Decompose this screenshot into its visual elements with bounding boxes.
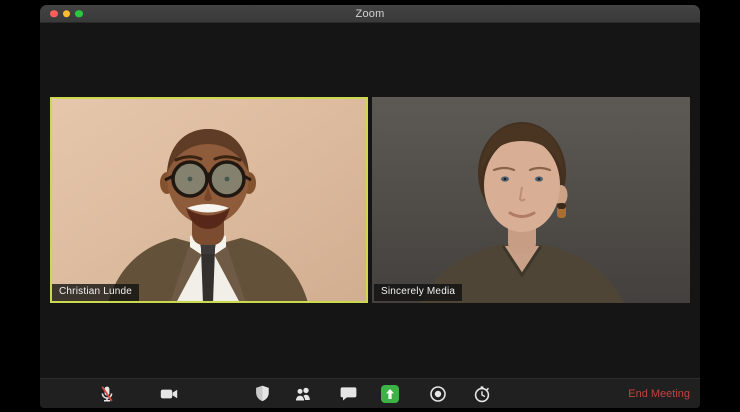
minimize-button[interactable] <box>62 9 70 18</box>
portrait-woman <box>372 97 690 303</box>
mute-button[interactable] <box>94 381 120 407</box>
stop-video-button[interactable] <box>156 381 182 407</box>
chat-icon <box>340 387 356 401</box>
zoom-window: Zoom Christian Lunde Sincerely Media End… <box>40 5 700 408</box>
window-title: Zoom <box>355 7 385 20</box>
microphone-muted-icon <box>101 385 113 402</box>
desktop-background: { "window": { "title": "Zoom" }, "tiles"… <box>0 0 740 412</box>
video-tile-christian-lunde[interactable]: Christian Lunde <box>50 97 368 303</box>
security-button[interactable] <box>249 381 275 407</box>
participants-button[interactable] <box>290 381 316 407</box>
fullscreen-button[interactable] <box>75 9 83 18</box>
video-grid: Christian Lunde Sincerely Media <box>50 97 690 303</box>
participants-icon <box>294 387 310 401</box>
chat-button[interactable] <box>335 381 361 407</box>
participant-name-label: Christian Lunde <box>52 284 140 301</box>
record-button[interactable] <box>425 381 451 407</box>
close-button[interactable] <box>50 9 58 18</box>
security-shield-icon <box>255 385 269 402</box>
timer-icon <box>474 385 490 402</box>
titlebar[interactable]: Zoom <box>40 5 700 23</box>
meeting-toolbar: End Meeting <box>40 378 700 408</box>
participant-name-label: Sincerely Media <box>374 284 463 301</box>
record-icon <box>430 385 446 402</box>
end-meeting-button[interactable]: End Meeting <box>628 388 690 400</box>
timer-button[interactable] <box>469 381 495 407</box>
video-tile-sincerely-media[interactable]: Sincerely Media <box>372 97 690 303</box>
traffic-lights <box>50 9 83 18</box>
share-screen-button[interactable] <box>377 381 403 407</box>
share-screen-icon <box>381 384 399 403</box>
video-camera-icon <box>160 389 178 398</box>
portrait-man-smiling <box>50 97 368 303</box>
